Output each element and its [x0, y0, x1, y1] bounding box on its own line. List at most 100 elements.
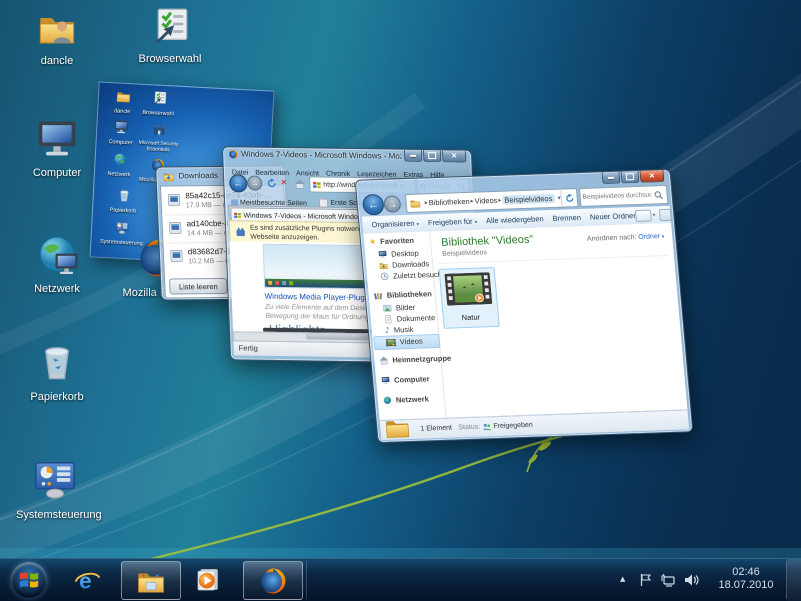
close-button[interactable] — [639, 170, 664, 183]
windows-flag-icon — [18, 569, 40, 591]
desktop-icon-label: Systemsteuerung — [16, 509, 94, 521]
desktop-icon-papierkorb[interactable]: Papierkorb — [18, 340, 96, 403]
installer-file-icon — [167, 220, 183, 235]
back-button[interactable]: ← — [362, 194, 385, 216]
organize-menu-button[interactable]: Organisieren — [371, 219, 419, 230]
minimize-button[interactable] — [404, 150, 422, 162]
breadcrumb-videos[interactable]: Videos — [474, 196, 498, 206]
new-folder-button[interactable]: Neuer Ordner — [590, 211, 637, 222]
internet-explorer-icon[interactable] — [74, 567, 101, 594]
tab-favicon — [233, 211, 241, 219]
sidebar-group-favoriten[interactable]: ★Favoriten — [369, 236, 415, 247]
tab-title: Windows 7-Videos - Microsoft Windo... — [243, 212, 363, 221]
sidebar-item-computer[interactable]: Computer — [381, 374, 430, 385]
sidebar-item-videos[interactable]: Videos — [385, 337, 423, 347]
desktop-icon-label: Browserwahl — [131, 53, 209, 65]
arrange-by: Anordnen nach: Ordner ▾ — [587, 233, 665, 243]
close-button[interactable] — [442, 150, 466, 162]
firefox-title: Windows 7-Videos - Microsoft Windows - M… — [241, 149, 401, 160]
desktop-icon-browserwahl[interactable]: Browserwahl — [131, 6, 209, 65]
arrange-label: Anordnen nach: — [587, 234, 637, 243]
sidebar-group-bibliotheken[interactable]: Bibliotheken — [373, 289, 432, 300]
arrange-dropdown-icon: ▾ — [660, 234, 665, 240]
burn-button[interactable]: Brennen — [552, 213, 581, 223]
desktop-icon-computer[interactable]: Computer — [18, 116, 96, 179]
control-panel-icon — [31, 456, 79, 502]
back-button[interactable]: ← — [229, 174, 248, 192]
start-button[interactable] — [11, 562, 47, 598]
maximize-button[interactable] — [423, 150, 441, 162]
stop-icon[interactable]: × — [281, 177, 287, 187]
taskbar-explorer-button[interactable] — [121, 561, 181, 600]
refresh-button[interactable] — [560, 190, 577, 206]
explorer-window[interactable]: ← → ▸ Bibliotheken ▸ Videos ▸ Beispielvi… — [355, 169, 694, 443]
sidebar-item-dokumente[interactable]: Dokumente — [383, 313, 435, 324]
tray-expand-button[interactable]: ▲ — [620, 575, 625, 583]
views-button[interactable] — [635, 209, 652, 222]
preview-pane-button[interactable] — [659, 208, 672, 220]
status-value: Freigegeben — [493, 422, 533, 430]
share-menu-button[interactable]: Freigeben für — [428, 217, 478, 228]
show-desktop-button[interactable] — [787, 559, 801, 601]
pictures-icon — [382, 304, 392, 313]
desktop-icon-label: Computer — [18, 167, 96, 179]
clock[interactable]: 02:46 18.07.2010 — [708, 566, 784, 592]
status-text: Fertig — [238, 343, 258, 352]
desktop-icon-systemsteuerung[interactable]: Systemsteuerung — [16, 456, 94, 521]
reload-icon[interactable] — [266, 178, 277, 189]
video-item-natur[interactable]: Natur — [439, 267, 500, 329]
downloads-title: Downloads — [178, 171, 218, 180]
item-count: 1 Element — [420, 425, 452, 433]
clock-time: 02:46 — [708, 566, 784, 579]
videos-icon — [385, 338, 396, 346]
sidebar-item-recent[interactable]: Zuletzt besucht — [380, 270, 445, 281]
firefox-icon — [258, 566, 288, 596]
libraries-icon — [373, 291, 383, 300]
desktop-icon-dancle[interactable]: dancle — [18, 8, 96, 67]
download-icon — [162, 170, 175, 182]
notice-text-line2: Webseite anzuzeigen. — [250, 234, 319, 242]
search-input[interactable] — [580, 189, 654, 203]
sidebar-item-desktop[interactable]: Desktop — [378, 249, 419, 259]
recent-places-icon — [380, 272, 390, 281]
location-folder-icon — [409, 198, 421, 209]
clear-list-button[interactable]: Liste leeren — [169, 278, 228, 295]
preview-icon-netzwerk: Netzwerk — [101, 151, 138, 179]
home-icon[interactable] — [294, 178, 305, 189]
network-tray-icon[interactable] — [660, 573, 676, 587]
library-header-title: Bibliothek "Videos" — [441, 234, 534, 249]
action-center-flag-icon[interactable] — [639, 573, 653, 587]
taskbar-firefox-button[interactable] — [243, 561, 303, 600]
forward-button[interactable]: → — [383, 195, 401, 213]
minimize-button[interactable] — [602, 172, 621, 185]
volume-tray-icon[interactable] — [684, 573, 700, 587]
forward-button[interactable]: → — [247, 176, 263, 191]
preview-icon-papierkorb: Papierkorb — [105, 187, 142, 215]
sidebar-item-heimnetzgruppe[interactable]: Heimnetzgruppe — [379, 354, 452, 365]
homegroup-icon — [379, 356, 389, 365]
star-icon: ★ — [369, 237, 377, 246]
play-all-button[interactable]: Alle wiedergeben — [486, 214, 544, 225]
firefox-caption-buttons — [403, 150, 466, 163]
breadcrumb-bibliotheken[interactable]: Bibliotheken — [428, 197, 470, 207]
breadcrumb-beispielvideos[interactable]: Beispielvideos — [502, 194, 555, 205]
desktop-icon-netzwerk[interactable]: Netzwerk — [18, 232, 96, 295]
status-label: Status: — [458, 424, 480, 432]
computer-mini-icon — [381, 376, 391, 385]
sidebar-item-netzwerk[interactable]: Netzwerk — [383, 394, 430, 405]
user-folder-icon — [37, 8, 77, 48]
navigation-pane: ★Favoriten Desktop Downloads Zuletzt bes… — [363, 231, 446, 420]
search-magnifier-icon[interactable] — [653, 190, 664, 200]
downloads-mini-icon — [379, 261, 389, 270]
views-dropdown-icon[interactable]: ▾ — [652, 212, 655, 218]
plugin-icon — [235, 226, 246, 237]
maximize-button[interactable] — [621, 171, 640, 184]
arrange-value-button[interactable]: Ordner ▾ — [638, 233, 665, 241]
media-player-icon[interactable] — [194, 566, 222, 594]
sidebar-item-downloads[interactable]: Downloads — [379, 259, 430, 270]
network-mini-icon — [383, 396, 393, 405]
sidebar-item-bilder[interactable]: Bilder — [382, 303, 415, 313]
sidebar-item-musik[interactable]: ♪Musik — [384, 325, 413, 335]
search-box[interactable] — [579, 185, 669, 207]
video-thumbnail-icon — [444, 272, 493, 306]
